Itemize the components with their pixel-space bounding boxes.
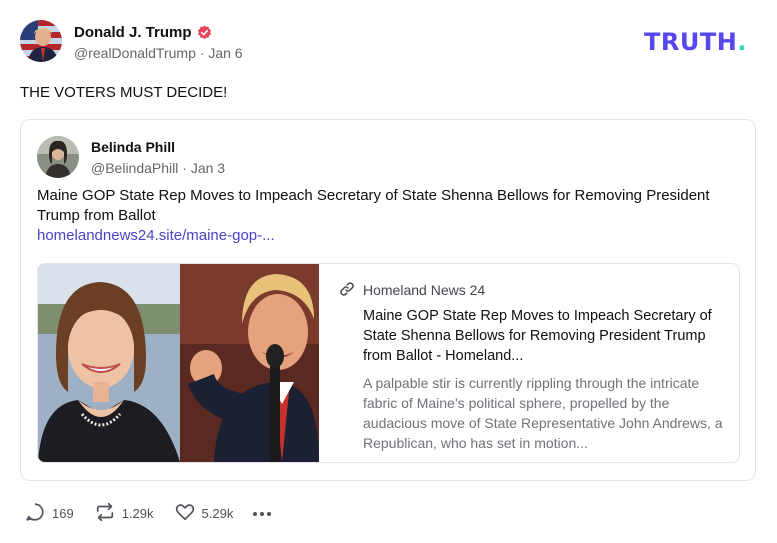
post-date[interactable]: Jan 6: [208, 45, 242, 61]
retruth-count: 1.29k: [121, 506, 154, 521]
author-name[interactable]: Donald J. Trump: [74, 24, 192, 41]
quoted-post-link[interactable]: homelandnews24.site/maine-gop-...: [37, 227, 275, 244]
quoted-post-date[interactable]: Jan 3: [191, 160, 225, 176]
quoted-post-text: Maine GOP State Rep Moves to Impeach Sec…: [37, 187, 710, 224]
retruth-icon: [94, 501, 122, 526]
quoted-post[interactable]: Belinda Phill @BelindaPhill · Jan 3 Main…: [20, 119, 756, 481]
logo-text: TRUTH: [644, 28, 738, 56]
link-preview-card[interactable]: Homeland News 24 Maine GOP State Rep Mov…: [37, 263, 740, 463]
logo-dot: .: [737, 28, 747, 56]
link-preview-description: A palpable stir is currently rippling th…: [363, 375, 723, 451]
link-icon: [339, 281, 363, 300]
reply-count: 169: [52, 506, 74, 521]
author-handle[interactable]: @realDonaldTrump: [74, 45, 196, 61]
like-button[interactable]: 5.29k: [174, 501, 234, 526]
post-text: THE VOTERS MUST DECIDE!: [20, 84, 228, 101]
link-preview-image: [38, 264, 319, 462]
reply-icon: [24, 501, 52, 526]
action-bar: 169 1.29k 5.29k: [24, 501, 274, 526]
like-count: 5.29k: [201, 506, 234, 521]
quoted-author-handle[interactable]: @BelindaPhill: [91, 160, 178, 176]
verified-badge-icon: [197, 24, 212, 40]
retruth-button[interactable]: 1.29k: [94, 501, 154, 526]
post-header: Donald J. Trump @realDonaldTrump · Jan 6: [20, 20, 243, 62]
link-preview-title[interactable]: Maine GOP State Rep Moves to Impeach Sec…: [363, 306, 723, 366]
quoted-author-avatar[interactable]: [37, 136, 79, 178]
more-icon[interactable]: [253, 503, 274, 525]
link-source[interactable]: Homeland News 24: [363, 282, 485, 298]
truth-logo[interactable]: TRUTH.: [644, 28, 747, 56]
quoted-author-name[interactable]: Belinda Phill: [91, 139, 225, 159]
meta-separator: ·: [182, 159, 191, 176]
author-avatar[interactable]: [20, 20, 62, 62]
heart-icon: [174, 501, 202, 526]
reply-button[interactable]: 169: [24, 501, 74, 526]
